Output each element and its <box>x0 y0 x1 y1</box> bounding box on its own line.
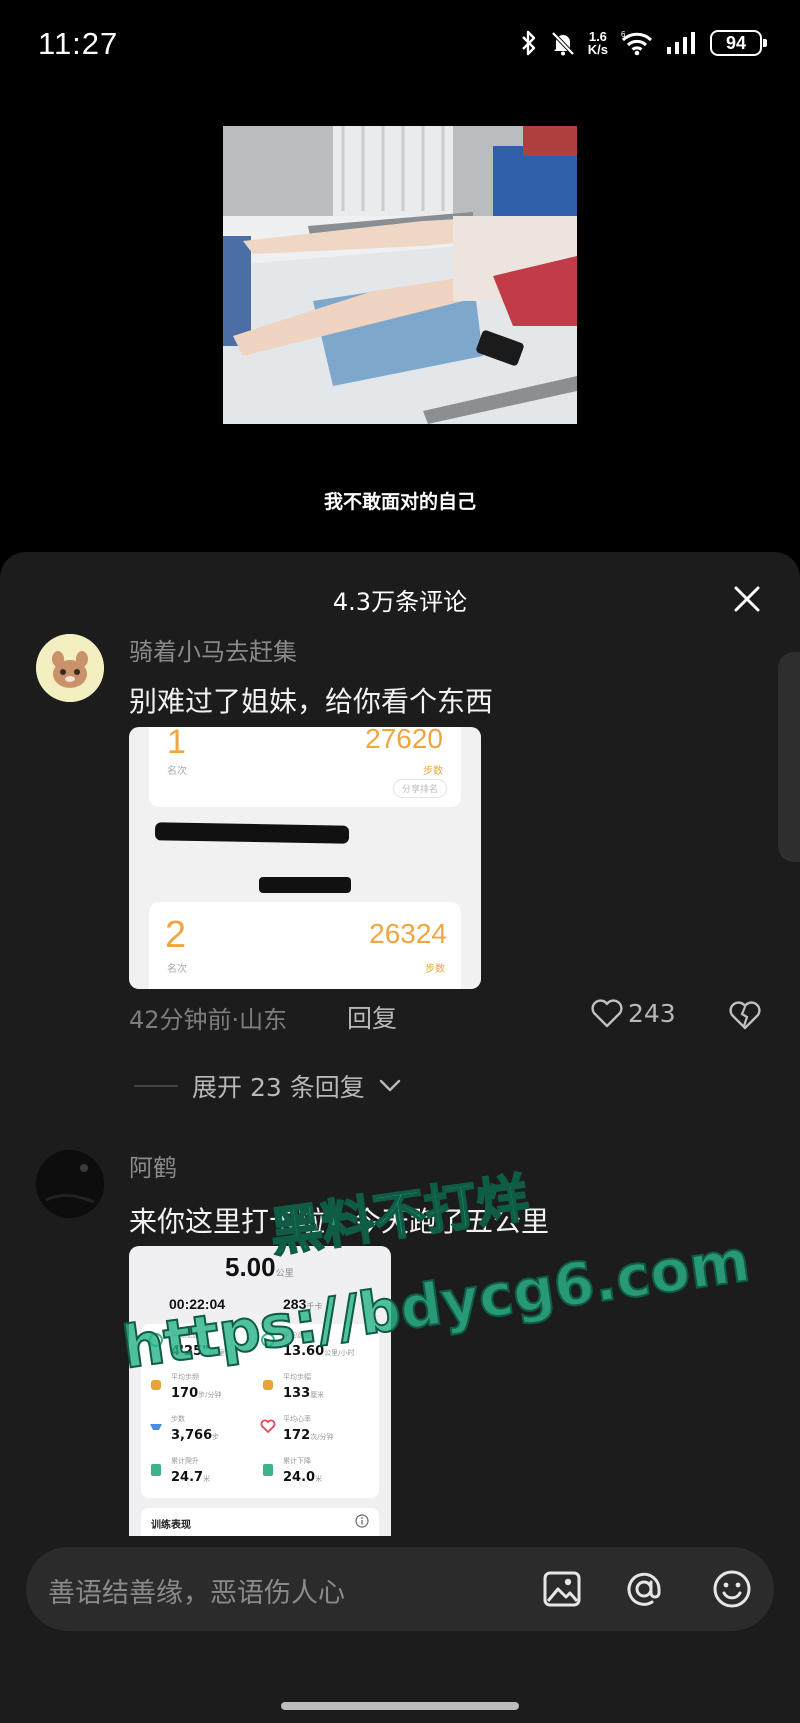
comment-image[interactable]: 5.00公里 00:22:04 283千卡 平均配速 4'25"/公里 平均速度… <box>129 1246 391 1536</box>
chevron-down-icon <box>379 1079 400 1092</box>
comment-input-placeholder[interactable]: 善语结善缘，恶语伤人心 <box>48 1571 345 1610</box>
comment-text: 来你这里打卡啦，今天跑了五公里 <box>129 1205 550 1238</box>
redaction-bar <box>259 877 351 893</box>
emoji-icon[interactable] <box>710 1567 754 1611</box>
comments-count-title: 4.3万条评论 <box>332 588 468 616</box>
comment-username[interactable]: 骑着小马去赶集 <box>129 632 297 667</box>
comment-text: 别难过了姐妹，给你看个东西 <box>129 685 494 718</box>
avatar[interactable] <box>36 1150 104 1218</box>
rank-label: 名次 <box>167 964 187 975</box>
svg-text:6: 6 <box>621 30 626 39</box>
like-button[interactable]: 243 <box>590 998 676 1028</box>
steps-label: 步数 <box>425 964 445 975</box>
steps-card-top: 1 名次 27620 步数 分享排名 <box>149 727 461 807</box>
hospital-bed-photo <box>223 126 577 424</box>
calories-value: 283 <box>283 1296 307 1312</box>
stat-icons <box>149 1333 276 1476</box>
post-image[interactable] <box>223 126 577 424</box>
steps-value: 26324 <box>369 918 447 949</box>
distance-unit: 公里 <box>275 1268 294 1278</box>
expand-replies-label: 展开 23 条回复 <box>192 1073 365 1102</box>
run-distance: 5.00公里 <box>225 1252 294 1283</box>
steps-value: 27620 <box>365 727 443 754</box>
image-icon[interactable] <box>540 1567 584 1611</box>
reply-button[interactable]: 回复 <box>347 999 397 1035</box>
status-icons: 1.6 K/s 6 94 <box>520 30 767 56</box>
calories-unit: 千卡 <box>306 1302 323 1311</box>
avatar[interactable] <box>36 634 104 702</box>
bell-muted-icon <box>551 31 575 56</box>
run-stats-card: 平均配速 4'25"/公里 平均速度 13.60公里/小时 平均步频 170步/… <box>141 1324 379 1498</box>
comment-username[interactable]: 阿鹤 <box>129 1148 177 1183</box>
share-rank-chip: 分享排名 <box>392 779 447 798</box>
run-duration: 00:22:04 <box>169 1296 226 1312</box>
rank-value: 2 <box>165 914 187 956</box>
run-calories: 283千卡 <box>283 1296 322 1312</box>
mention-icon[interactable] <box>622 1567 666 1611</box>
divider-line <box>134 1085 178 1087</box>
steps-card: 2 名次 26324 步数 <box>149 902 461 989</box>
rank-label: 名次 <box>167 766 187 777</box>
comment-time-location: 42分钟前·山东 <box>129 1006 288 1034</box>
expand-replies-button[interactable]: 展开 23 条回复 <box>134 1068 401 1104</box>
redaction-bar <box>261 828 349 842</box>
heart-icon <box>591 999 623 1028</box>
info-icon <box>355 1514 369 1528</box>
close-icon[interactable] <box>732 584 762 614</box>
comment-input-bar[interactable]: 善语结善缘，恶语伤人心 <box>26 1547 774 1631</box>
bluetooth-icon <box>521 30 535 56</box>
wifi-icon: 6 <box>621 30 653 56</box>
status-bar: 11:27 1.6 K/s 6 94 <box>0 0 800 96</box>
battery-indicator: 94 <box>710 30 767 56</box>
status-time: 11:27 <box>38 26 119 61</box>
scrollbar[interactable] <box>778 652 800 862</box>
training-section-title: 训练表现 <box>151 1520 191 1531</box>
distance-value: 5.00 <box>225 1252 276 1282</box>
home-indicator[interactable] <box>281 1702 519 1710</box>
post-caption: 我不敢面对的自己 <box>323 491 476 513</box>
training-section: 训练表现 <box>141 1508 379 1536</box>
rank-value: 1 <box>167 727 186 761</box>
network-speed: 1.6 K/s <box>588 30 608 56</box>
signal-icon <box>667 32 695 54</box>
network-speed-unit: K/s <box>587 42 608 57</box>
broken-heart-icon[interactable] <box>728 1000 762 1030</box>
comment-image[interactable]: 1 名次 27620 步数 分享排名 2 名次 26324 步数 <box>129 727 481 989</box>
like-count: 243 <box>628 998 676 1028</box>
steps-label: 步数 <box>423 766 443 777</box>
